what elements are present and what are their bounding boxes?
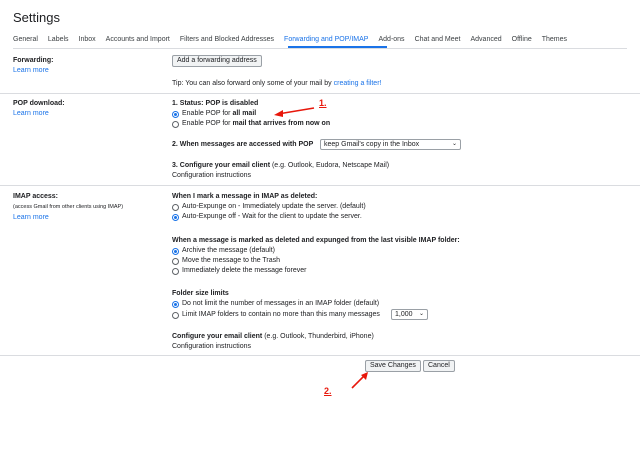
annotation-arrow-2 (351, 372, 368, 389)
